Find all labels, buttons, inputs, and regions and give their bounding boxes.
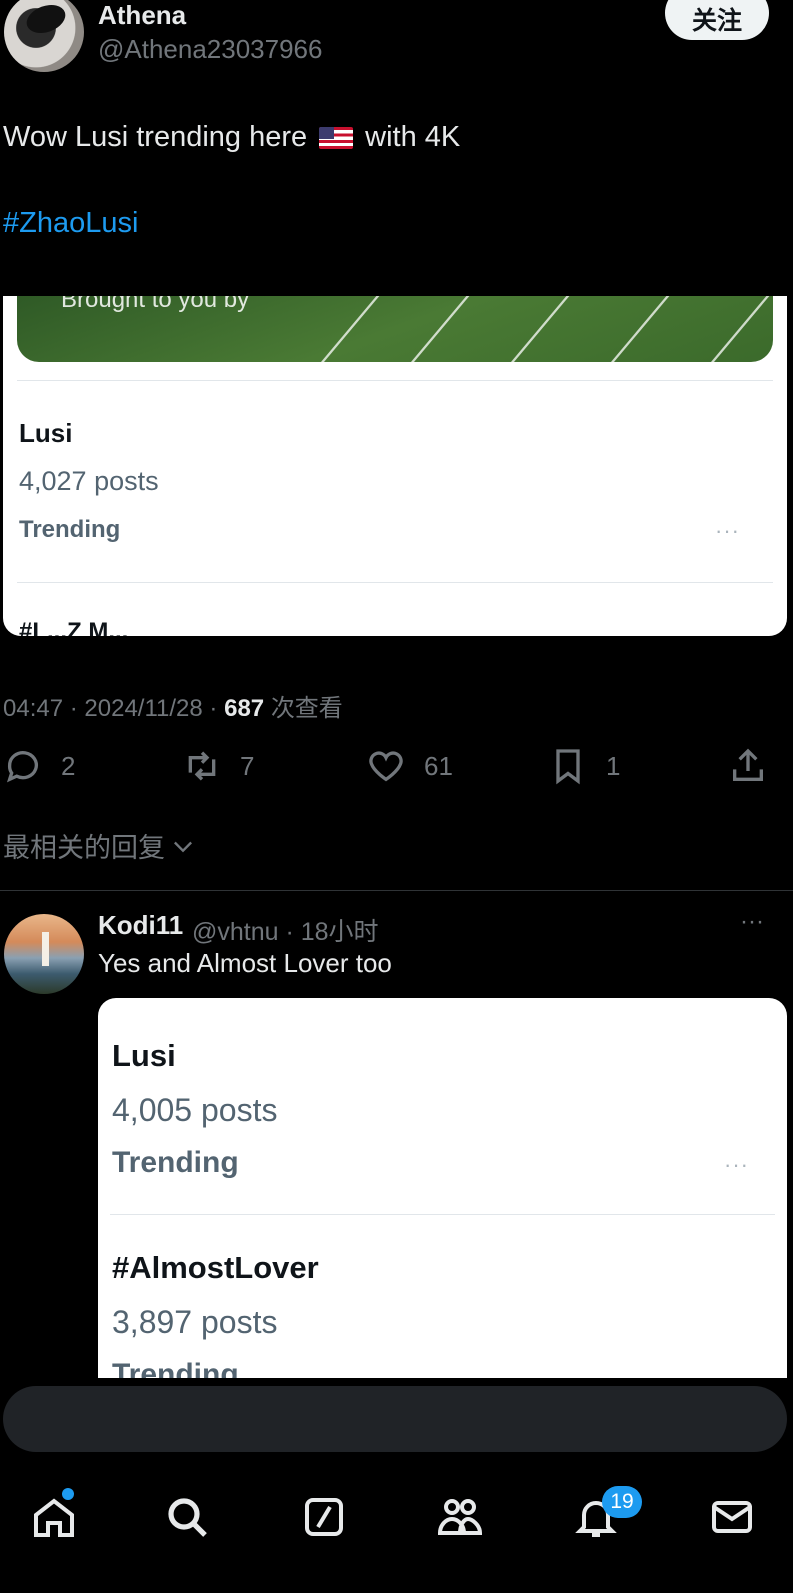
search-icon bbox=[168, 1498, 207, 1537]
section-divider bbox=[0, 890, 793, 891]
field-line bbox=[309, 296, 388, 362]
like-button[interactable]: 61 bbox=[366, 746, 453, 786]
more-icon: ··· bbox=[724, 1152, 749, 1177]
tweet-meta: 04:47 · 2024/11/28 · 687 次查看 bbox=[3, 688, 343, 723]
tweet-text-part1: Wow Lusi trending here bbox=[3, 121, 308, 153]
trend-post-count: 4,027 posts bbox=[19, 466, 159, 496]
divider bbox=[17, 380, 773, 381]
notifications-badge: 19 bbox=[602, 1486, 642, 1518]
nav-search[interactable] bbox=[163, 1493, 211, 1541]
meta-separator: · bbox=[69, 695, 85, 722]
field-line bbox=[399, 296, 478, 362]
communities-icon bbox=[437, 1499, 483, 1535]
field-line bbox=[699, 296, 773, 362]
author-handle[interactable]: @Athena23037966 bbox=[98, 34, 322, 65]
bookmark-count: 1 bbox=[606, 750, 621, 781]
grok-icon bbox=[305, 1498, 343, 1536]
nav-communities[interactable] bbox=[436, 1493, 484, 1541]
trend-label: Trending bbox=[19, 516, 121, 543]
athena-avatar[interactable] bbox=[4, 0, 84, 72]
us-flag-icon bbox=[319, 126, 354, 149]
trend-name: #AlmostLover bbox=[112, 1250, 319, 1285]
heart-icon bbox=[369, 751, 403, 782]
reply-author-name[interactable]: Kodi11 bbox=[98, 910, 183, 941]
repost-count: 7 bbox=[240, 750, 255, 781]
nav-messages[interactable] bbox=[708, 1493, 756, 1541]
tweet-time: 04:47 bbox=[3, 695, 64, 722]
like-count: 61 bbox=[424, 750, 453, 781]
meta-separator: · bbox=[209, 695, 225, 722]
reply-icon bbox=[6, 751, 38, 783]
tweet-media-image[interactable]: Brought to you by Lusi 4,027 posts Trend… bbox=[3, 296, 787, 636]
replies-sort-dropdown[interactable]: 最相关的回复 bbox=[3, 826, 197, 865]
football-field-banner: Brought to you by bbox=[17, 296, 773, 362]
cut-off-trend: #L...Z M... bbox=[19, 618, 129, 636]
field-line bbox=[599, 296, 678, 362]
trend-post-count: 4,005 posts bbox=[112, 1092, 278, 1128]
reply-text: Yes and Almost Lover too bbox=[98, 948, 392, 978]
bookmark-icon bbox=[556, 749, 580, 785]
reply-author-handle[interactable]: @vhtnu · 18小时 bbox=[192, 912, 379, 948]
hashtag-link[interactable]: #ZhaoLusi bbox=[3, 207, 138, 240]
kodi-avatar[interactable] bbox=[4, 914, 84, 994]
author-name[interactable]: Athena bbox=[98, 0, 186, 31]
nav-grok[interactable] bbox=[300, 1493, 348, 1541]
nav-home[interactable] bbox=[30, 1493, 78, 1541]
follow-button[interactable]: 关注 bbox=[665, 0, 769, 40]
field-line bbox=[499, 296, 578, 362]
tweet-text-part2: with 4K bbox=[365, 121, 461, 153]
trend-label: Trending bbox=[112, 1358, 239, 1378]
replies-sort-label: 最相关的回复 bbox=[3, 833, 165, 863]
trend-post-count: 3,897 posts bbox=[112, 1304, 278, 1340]
trend-name: Lusi bbox=[19, 418, 73, 448]
more-icon: ··· bbox=[715, 518, 740, 543]
reply-input[interactable] bbox=[3, 1386, 787, 1452]
bookmark-button[interactable]: 1 bbox=[548, 746, 620, 786]
tweet-date: 2024/11/28 bbox=[84, 695, 203, 722]
divider bbox=[110, 1214, 775, 1215]
reply-more-icon[interactable]: ··· bbox=[740, 908, 764, 936]
tweet-text: Wow Lusi trending here with 4K bbox=[3, 121, 460, 154]
mail-icon bbox=[712, 1501, 752, 1533]
trend-label: Trending bbox=[112, 1146, 239, 1179]
reply-count: 2 bbox=[61, 750, 76, 781]
views-count: 687 bbox=[224, 695, 265, 722]
trend-name: Lusi bbox=[112, 1038, 176, 1073]
views-label: 次查看 bbox=[270, 695, 343, 722]
banner-text: Brought to you by bbox=[61, 296, 250, 313]
reply-button[interactable]: 2 bbox=[3, 746, 75, 786]
divider bbox=[17, 582, 773, 583]
reply-media-image[interactable]: Lusi 4,005 posts Trending ··· #AlmostLov… bbox=[98, 998, 787, 1378]
chevron-down-icon bbox=[174, 841, 192, 852]
share-icon bbox=[733, 748, 763, 781]
share-button[interactable] bbox=[728, 746, 768, 786]
repost-icon bbox=[188, 751, 216, 781]
home-icon bbox=[34, 1498, 74, 1537]
repost-button[interactable]: 7 bbox=[182, 746, 254, 786]
home-notification-dot bbox=[62, 1488, 74, 1500]
